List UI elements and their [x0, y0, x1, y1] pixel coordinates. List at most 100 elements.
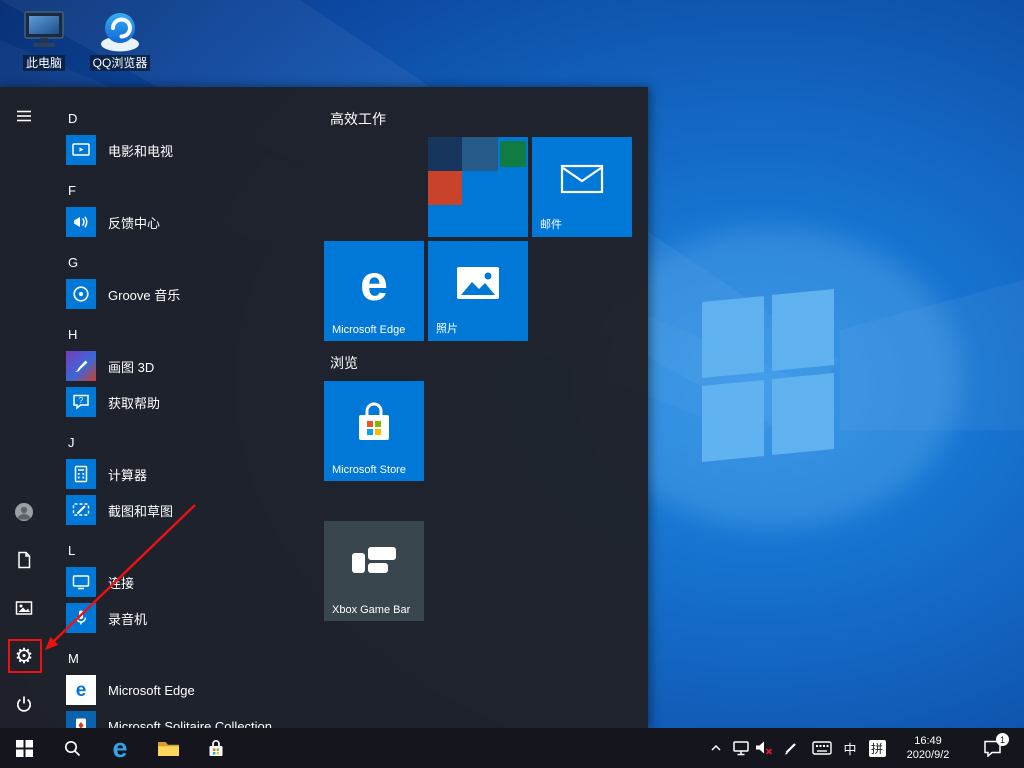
- tile-photos[interactable]: 照片: [428, 241, 528, 341]
- desktop-screen: 此电脑 QQ浏览器 ⚙: [0, 0, 1024, 768]
- snip-sketch-icon: [66, 495, 96, 525]
- tray-touch-keyboard[interactable]: [811, 728, 833, 768]
- clock-time: 16:49: [914, 734, 942, 748]
- app-label: 获取帮助: [108, 393, 160, 412]
- app-list-item-voice-recorder[interactable]: 录音机: [60, 600, 318, 636]
- calculator-icon: [66, 459, 96, 489]
- app-label: Microsoft Edge: [108, 683, 195, 698]
- app-list-header-m[interactable]: M: [60, 644, 308, 672]
- edge-taskbar-icon: e: [112, 735, 127, 762]
- ime-icon: 拼: [869, 740, 886, 757]
- app-label: 计算器: [108, 465, 147, 484]
- paint-3d-icon: [66, 351, 96, 381]
- app-list-item-microsoft-edge[interactable]: e Microsoft Edge: [60, 672, 318, 708]
- tile-microsoft-store[interactable]: Microsoft Store: [324, 381, 424, 481]
- desktop-icon-qq-browser[interactable]: QQ浏览器: [88, 8, 152, 71]
- search-icon: [63, 739, 81, 757]
- desktop-icon-this-pc[interactable]: 此电脑: [12, 8, 76, 71]
- tray-volume[interactable]: [753, 728, 775, 768]
- feedback-hub-icon: [66, 207, 96, 237]
- volume-muted-icon: [754, 739, 774, 757]
- app-list-header-f[interactable]: F: [60, 176, 308, 204]
- app-list-item-movies-tv[interactable]: 电影和电视: [60, 132, 318, 168]
- taskbar-edge-button[interactable]: e: [96, 728, 144, 768]
- chevron-up-icon: [709, 741, 723, 755]
- annotation-highlight-box: [8, 639, 42, 673]
- app-list-item-snip-sketch[interactable]: 截图和草图: [60, 492, 318, 528]
- app-list-header-j[interactable]: J: [60, 428, 308, 456]
- app-list-item-connect[interactable]: 连接: [60, 564, 318, 600]
- groove-music-icon: [66, 279, 96, 309]
- voice-recorder-icon: [66, 603, 96, 633]
- touch-keyboard-icon: [812, 741, 832, 755]
- tray-show-hidden-icons[interactable]: [706, 728, 726, 768]
- app-list-item-solitaire[interactable]: Microsoft Solitaire Collection: [60, 708, 318, 728]
- office-collage-square: [500, 141, 526, 167]
- file-explorer-icon: [157, 739, 180, 758]
- app-list-header-h[interactable]: H: [60, 320, 308, 348]
- get-help-icon: ?: [66, 387, 96, 417]
- app-list-item-get-help[interactable]: ? 获取帮助: [60, 384, 318, 420]
- tile-group-title-productivity[interactable]: 高效工作: [330, 109, 386, 129]
- notification-badge: 1: [996, 733, 1009, 746]
- qq-browser-icon: [96, 8, 144, 52]
- app-list-item-calculator[interactable]: 计算器: [60, 456, 318, 492]
- app-label: Groove 音乐: [108, 285, 180, 304]
- start-menu: ⚙ D 电影和电视 F 反馈中心 G Groove 音乐 H 画图 3D ?: [0, 87, 648, 728]
- app-list-header-g[interactable]: G: [60, 248, 308, 276]
- app-label: 截图和草图: [108, 501, 173, 520]
- tile-mail[interactable]: 邮件: [532, 137, 632, 237]
- svg-text:?: ?: [79, 396, 84, 405]
- user-account-button[interactable]: [0, 488, 48, 536]
- office-collage-square: [428, 171, 462, 205]
- taskbar-store-button[interactable]: [192, 728, 240, 768]
- this-pc-icon: [20, 8, 68, 52]
- app-list-header-d[interactable]: D: [60, 104, 308, 132]
- app-label: 录音机: [108, 609, 147, 628]
- app-label: 连接: [108, 573, 134, 592]
- tile-xbox-game-bar[interactable]: Xbox Game Bar: [324, 521, 424, 621]
- app-list-item-groove-music[interactable]: Groove 音乐: [60, 276, 318, 312]
- app-list-header-l[interactable]: L: [60, 536, 308, 564]
- store-taskbar-icon: [206, 738, 226, 758]
- tile-group-title-explore[interactable]: 浏览: [330, 353, 358, 373]
- action-center-button[interactable]: 1: [972, 728, 1012, 768]
- network-icon: [732, 739, 750, 757]
- documents-icon: [15, 551, 33, 569]
- app-label: 画图 3D: [108, 357, 154, 376]
- tray-network[interactable]: [731, 728, 751, 768]
- tray-windows-ink[interactable]: [781, 728, 801, 768]
- tile-label: 照片: [436, 320, 458, 336]
- tray-ime-mode[interactable]: 中: [839, 728, 861, 768]
- tile-label: 邮件: [540, 216, 562, 232]
- start-menu-expand-button[interactable]: [0, 92, 48, 140]
- mail-envelope-icon: [560, 163, 604, 195]
- tray-clock[interactable]: 16:49 2020/9/2: [892, 728, 964, 768]
- app-list-item-feedback-hub[interactable]: 反馈中心: [60, 204, 318, 240]
- start-windows-icon: [16, 740, 33, 757]
- taskbar: e 中 拼 16:49 2020/9/2: [0, 728, 1024, 768]
- tile-label: Xbox Game Bar: [332, 604, 410, 616]
- tile-office[interactable]: [428, 137, 528, 237]
- desktop-icon-label: 此电脑: [23, 55, 65, 71]
- clock-date: 2020/9/2: [907, 748, 950, 762]
- start-button[interactable]: [0, 728, 48, 768]
- app-label: 电影和电视: [108, 141, 173, 160]
- store-bag-icon: [352, 402, 396, 444]
- pictures-button[interactable]: [0, 584, 48, 632]
- edge-e-icon: e: [360, 254, 388, 312]
- documents-button[interactable]: [0, 536, 48, 584]
- movies-tv-icon: [66, 135, 96, 165]
- app-label: Microsoft Solitaire Collection: [108, 719, 272, 729]
- taskbar-search-button[interactable]: [48, 728, 96, 768]
- tray-ime-language[interactable]: 拼: [866, 728, 888, 768]
- taskbar-file-explorer-button[interactable]: [144, 728, 192, 768]
- power-icon: [15, 695, 33, 713]
- solitaire-icon: [66, 711, 96, 728]
- app-list-item-paint-3d[interactable]: 画图 3D: [60, 348, 318, 384]
- connect-icon: [66, 567, 96, 597]
- power-button[interactable]: [0, 680, 48, 728]
- xbox-game-bar-icon: [350, 545, 398, 581]
- tile-microsoft-edge[interactable]: e Microsoft Edge: [324, 241, 424, 341]
- office-collage-square: [462, 137, 498, 171]
